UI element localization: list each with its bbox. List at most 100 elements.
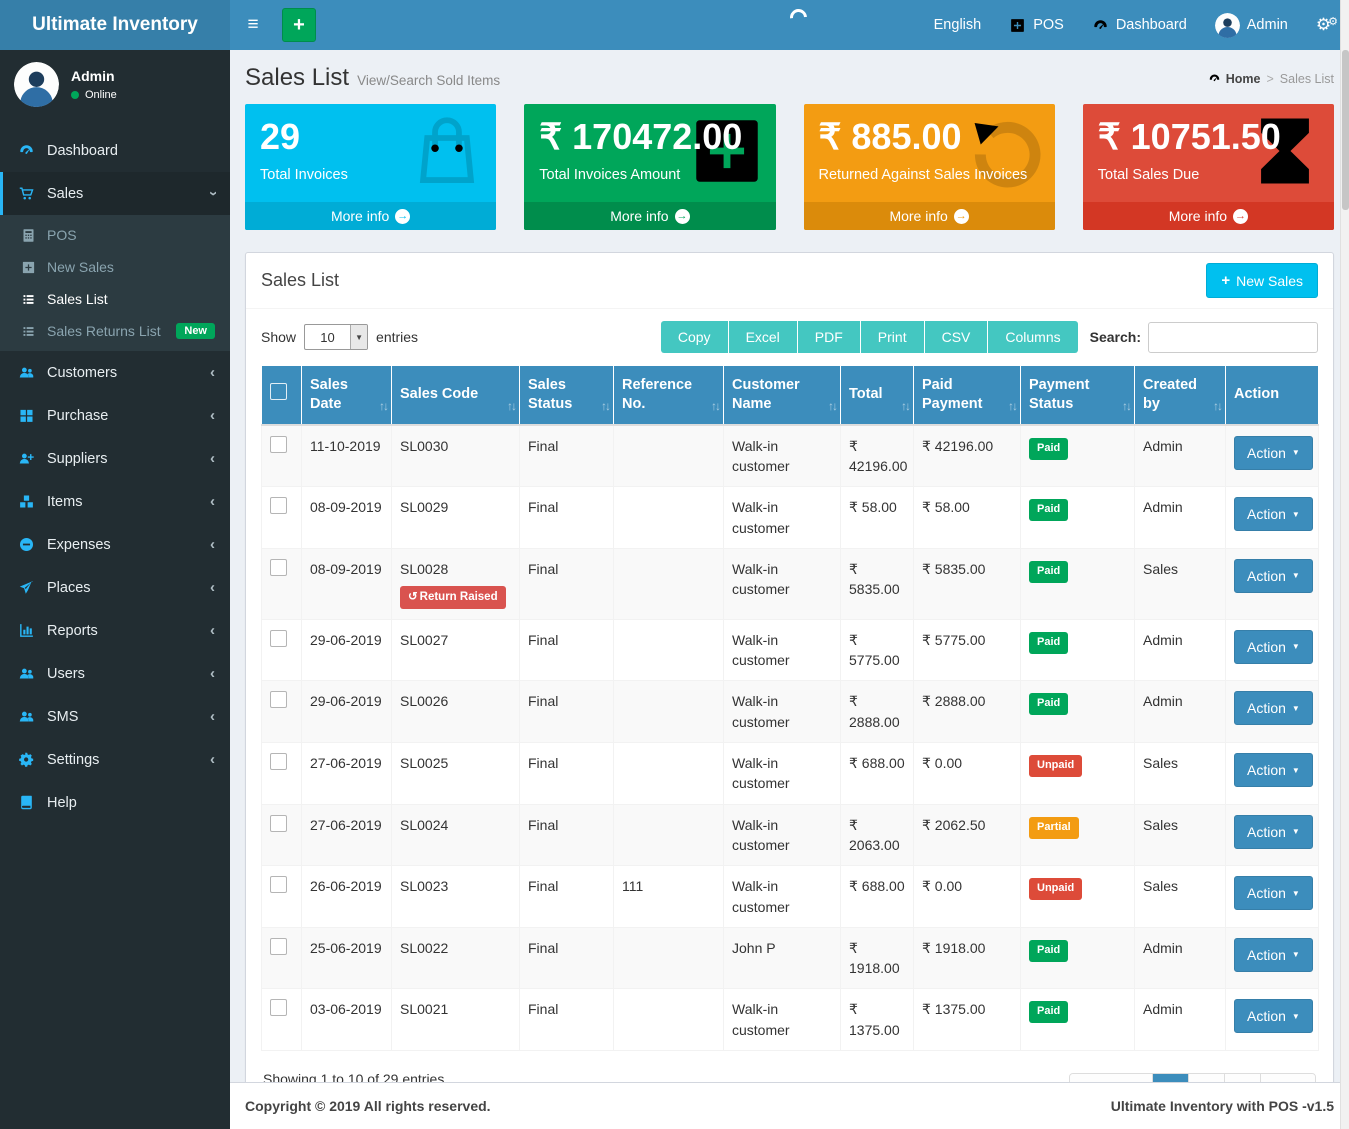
more-info-link[interactable]: More info →: [1083, 202, 1334, 230]
action-dropdown-button[interactable]: Action ▼: [1234, 815, 1313, 849]
export-csv-button[interactable]: CSV: [925, 321, 989, 353]
page-length-select[interactable]: 10 ▼: [304, 324, 368, 350]
export-excel-button[interactable]: Excel: [729, 321, 798, 353]
row-checkbox[interactable]: [270, 999, 287, 1016]
action-dropdown-button[interactable]: Action ▼: [1234, 938, 1313, 972]
export-print-button[interactable]: Print: [861, 321, 925, 353]
breadcrumb-home-link[interactable]: Home: [1208, 72, 1261, 86]
column-header-sales-date[interactable]: Sales Date↑↓: [302, 366, 392, 425]
more-info-link[interactable]: More info →: [245, 202, 496, 230]
cell-reference-no: [614, 619, 724, 681]
sort-icon[interactable]: ↑↓: [1213, 399, 1221, 415]
column-header-paid-payment[interactable]: Paid Payment↑↓: [914, 366, 1021, 425]
show-label: Show: [261, 329, 296, 345]
column-header-sales-code[interactable]: Sales Code↑↓: [392, 366, 520, 425]
quick-add-button[interactable]: +: [282, 8, 316, 42]
action-dropdown-button[interactable]: Action ▼: [1234, 876, 1313, 910]
sales-list-panel: Sales List +New Sales Show 10 ▼ entries: [245, 252, 1334, 1082]
sort-icon[interactable]: ↑↓: [379, 399, 387, 415]
sort-icon[interactable]: ↑↓: [601, 399, 609, 415]
column-header-total[interactable]: Total↑↓: [841, 366, 914, 425]
cell-sales-date: 27-06-2019: [302, 804, 392, 866]
column-header-payment-status[interactable]: Payment Status↑↓: [1021, 366, 1135, 425]
sidebar-item-settings[interactable]: Settings‹: [0, 738, 230, 781]
column-header-action[interactable]: Action: [1226, 366, 1319, 425]
sidebar-item-items[interactable]: Items‹: [0, 480, 230, 523]
sidebar-subitem-sales-list[interactable]: Sales List: [0, 283, 230, 315]
column-header-created-by[interactable]: Created by↑↓: [1135, 366, 1226, 425]
cell-select: [262, 927, 302, 989]
action-dropdown-button[interactable]: Action ▼: [1234, 999, 1313, 1033]
sidebar-item-places[interactable]: Places‹: [0, 566, 230, 609]
sort-icon[interactable]: ↑↓: [901, 399, 909, 415]
row-checkbox[interactable]: [270, 691, 287, 708]
row-checkbox[interactable]: [270, 815, 287, 832]
sort-icon[interactable]: ↑↓: [1008, 399, 1016, 415]
sidebar-item-purchase[interactable]: Purchase‹: [0, 394, 230, 437]
row-checkbox[interactable]: [270, 753, 287, 770]
sidebar-item-users[interactable]: Users‹: [0, 652, 230, 695]
sidebar-toggle-button[interactable]: ≡: [230, 0, 276, 50]
sidebar-item-sales[interactable]: Sales‹: [0, 172, 230, 215]
scrollbar-thumb[interactable]: [1342, 50, 1349, 210]
more-info-link[interactable]: More info →: [524, 202, 775, 230]
sidebar-item-customers[interactable]: Customers‹: [0, 351, 230, 394]
pagination-page-1[interactable]: 1: [1152, 1074, 1188, 1082]
action-dropdown-button[interactable]: Action ▼: [1234, 630, 1313, 664]
action-dropdown-button[interactable]: Action ▼: [1234, 753, 1313, 787]
user-menu[interactable]: Admin: [1201, 0, 1302, 50]
sidebar-item-expenses[interactable]: Expenses‹: [0, 523, 230, 566]
export-columns-button[interactable]: Columns: [988, 321, 1077, 353]
sort-icon[interactable]: ↑↓: [828, 399, 836, 415]
search-input[interactable]: [1148, 322, 1318, 353]
sidebar-item-suppliers[interactable]: Suppliers‹: [0, 437, 230, 480]
export-copy-button[interactable]: Copy: [661, 321, 729, 353]
pagination-page-3[interactable]: 3: [1224, 1074, 1260, 1082]
sidebar-item-dashboard[interactable]: Dashboard: [0, 129, 230, 172]
app-brand[interactable]: Ultimate Inventory: [0, 0, 230, 50]
cell-reference-no: [614, 804, 724, 866]
sidebar-subitem-pos[interactable]: POS: [0, 219, 230, 251]
sidebar-subitem-sales-returns-list[interactable]: Sales Returns ListNew: [0, 315, 230, 347]
column-header-sales-status[interactable]: Sales Status↑↓: [520, 366, 614, 425]
select-all-checkbox[interactable]: [270, 383, 287, 400]
cell-sales-code: SL0028↺Return Raised: [392, 548, 520, 619]
sidebar-item-sms[interactable]: SMS‹: [0, 695, 230, 738]
book-icon: [18, 794, 35, 811]
row-checkbox[interactable]: [270, 436, 287, 453]
pagination-previous[interactable]: Previous: [1070, 1074, 1153, 1082]
more-info-link[interactable]: More info →: [804, 202, 1055, 230]
sort-icon[interactable]: ↑↓: [711, 399, 719, 415]
sidebar-menu: DashboardSales‹ POSNew SalesSales ListSal…: [0, 129, 230, 824]
row-checkbox[interactable]: [270, 938, 287, 955]
action-dropdown-button[interactable]: Action ▼: [1234, 497, 1313, 531]
action-dropdown-button[interactable]: Action ▼: [1234, 559, 1313, 593]
cell-reference-no: [614, 548, 724, 619]
sidebar-item-reports[interactable]: Reports‹: [0, 609, 230, 652]
action-dropdown-button[interactable]: Action ▼: [1234, 436, 1313, 470]
payment-status-badge: Unpaid: [1029, 878, 1082, 900]
language-label: English: [934, 17, 982, 33]
scrollbar[interactable]: [1340, 0, 1349, 1129]
column-header-customer-name[interactable]: Customer Name↑↓: [724, 366, 841, 425]
row-checkbox[interactable]: [270, 876, 287, 893]
pagination-page-2[interactable]: 2: [1188, 1074, 1224, 1082]
nav-pos-link[interactable]: POS: [995, 0, 1078, 50]
caret-down-icon: ▼: [1292, 510, 1300, 519]
select-all-header[interactable]: [262, 366, 302, 425]
action-dropdown-button[interactable]: Action ▼: [1234, 691, 1313, 725]
row-checkbox[interactable]: [270, 497, 287, 514]
sidebar-subitem-new-sales[interactable]: New Sales: [0, 251, 230, 283]
sort-icon[interactable]: ↑↓: [507, 399, 515, 415]
row-checkbox[interactable]: [270, 559, 287, 576]
new-sales-button[interactable]: +New Sales: [1206, 263, 1318, 298]
row-checkbox[interactable]: [270, 630, 287, 647]
sidebar-item-help[interactable]: Help: [0, 781, 230, 824]
nav-dashboard-link[interactable]: Dashboard: [1078, 0, 1201, 50]
column-header-reference-no[interactable]: Reference No.↑↓: [614, 366, 724, 425]
table-row: 25-06-2019SL0022FinalJohn P₹ 1918.00₹ 19…: [262, 927, 1319, 989]
language-menu[interactable]: English: [920, 0, 996, 50]
pagination-next[interactable]: Next: [1260, 1074, 1315, 1082]
sort-icon[interactable]: ↑↓: [1122, 399, 1130, 415]
export-pdf-button[interactable]: PDF: [798, 321, 861, 353]
